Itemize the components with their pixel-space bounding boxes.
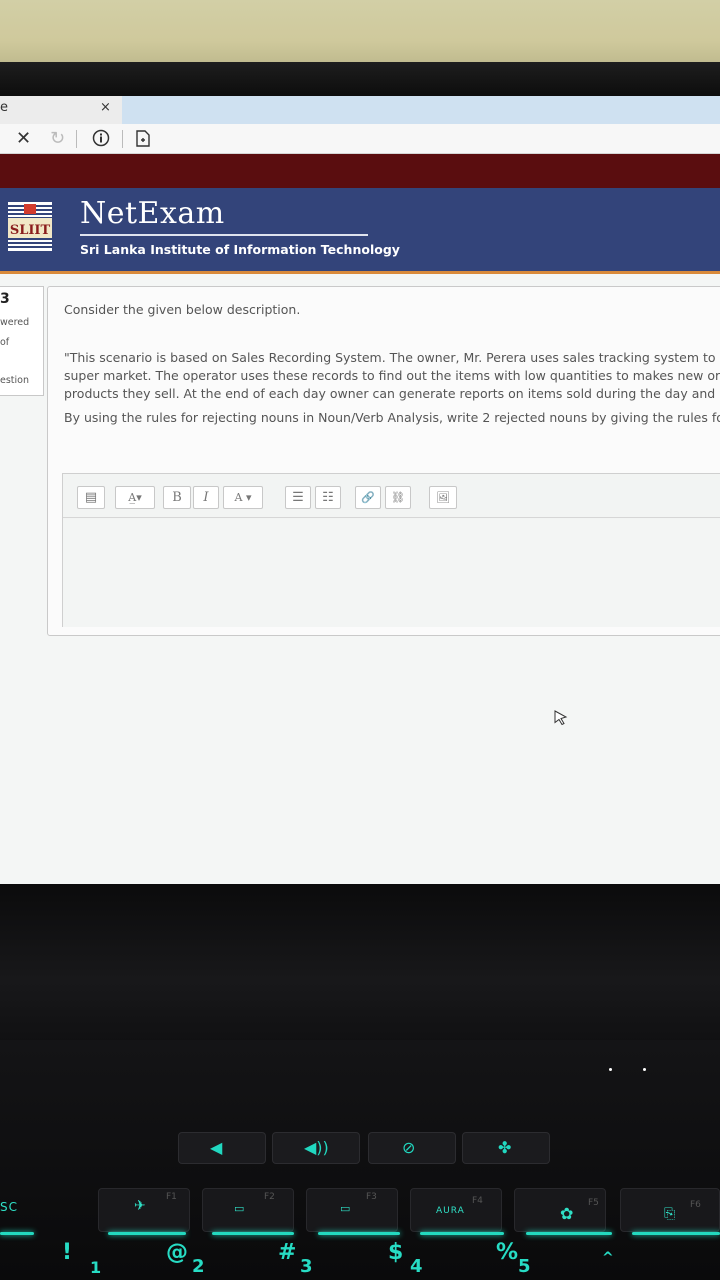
scenario-line: super market. The operator uses these re… <box>64 368 720 383</box>
volume-up-icon: ◀)) <box>304 1138 329 1157</box>
volume-down-icon: ◀ <box>210 1138 223 1157</box>
fan-mode-icon: ✿ <box>560 1204 575 1223</box>
key-caret[interactable]: ^ <box>602 1250 614 1266</box>
sliit-logo-icon: SLIIT <box>6 200 54 254</box>
top-banner <box>0 154 720 188</box>
fan-icon: ✤ <box>498 1138 512 1157</box>
tab-label[interactable]: e <box>0 100 8 115</box>
scenario-line: "This scenario is based on Sales Recordi… <box>64 350 720 365</box>
f6-label: F6 <box>690 1200 701 1210</box>
mic-mute-icon: ⊘ <box>402 1138 416 1157</box>
key-backlight <box>318 1232 400 1235</box>
key-backlight <box>526 1232 612 1235</box>
indicator-light <box>643 1068 646 1071</box>
refresh-icon[interactable]: ↻ <box>50 128 65 149</box>
image-icon[interactable]: 🖼 <box>429 486 457 509</box>
italic-button[interactable]: I <box>193 486 219 509</box>
answer-status: wered <box>0 317 30 328</box>
airplane-icon: ✈ <box>134 1198 147 1214</box>
aura-label: AURA <box>436 1206 465 1216</box>
question-card: Consider the given below description. "T… <box>47 286 720 636</box>
f3-key[interactable] <box>306 1188 398 1232</box>
keyboard-backlight-icon: ▭ <box>234 1202 246 1215</box>
f3-label: F3 <box>366 1192 377 1202</box>
key-1[interactable]: 1 <box>90 1258 101 1277</box>
flag-question-link[interactable]: estion <box>0 375 29 386</box>
font-color-dropdown[interactable]: A ▾ <box>223 486 263 509</box>
question-instruction: By using the rules for rejecting nouns i… <box>64 410 720 425</box>
toolbar-separator <box>122 130 123 148</box>
key-exclamation[interactable]: ! <box>62 1240 72 1265</box>
answer-editor: ▤ A̲▾ B I A ▾ ☰ ☷ 🔗 ⛓ 🖼 <box>62 473 720 627</box>
wall-background <box>0 0 720 68</box>
key-at[interactable]: @ <box>166 1240 188 1265</box>
key-backlight <box>108 1232 186 1235</box>
keyboard <box>0 1040 720 1280</box>
scenario-line: products they sell. At the end of each d… <box>64 386 720 401</box>
esc-key-label[interactable]: SC <box>0 1200 18 1214</box>
key-backlight <box>212 1232 294 1235</box>
question-number: 3 <box>0 291 10 307</box>
f2-key[interactable] <box>202 1188 294 1232</box>
question-intro: Consider the given below description. <box>64 302 301 317</box>
institute-subtitle: Sri Lanka Institute of Information Techn… <box>80 242 400 257</box>
key-5[interactable]: 5 <box>518 1256 531 1277</box>
bullet-list-icon[interactable]: ☰ <box>285 486 311 509</box>
active-tab[interactable] <box>122 96 720 124</box>
font-size-dropdown[interactable]: A̲▾ <box>115 486 155 509</box>
key-percent[interactable]: % <box>496 1240 518 1265</box>
key-3[interactable]: 3 <box>300 1256 313 1277</box>
key-dollar[interactable]: $ <box>388 1240 403 1265</box>
monitor-bezel-top <box>0 62 720 98</box>
f2-label: F2 <box>264 1192 275 1202</box>
answer-textarea[interactable] <box>63 519 720 627</box>
key-hash[interactable]: # <box>278 1240 296 1265</box>
numbered-list-icon[interactable]: ☷ <box>315 486 341 509</box>
paragraph-format-icon[interactable]: ▤ <box>77 486 105 509</box>
toolbar-separator <box>76 130 77 148</box>
site-header: SLIIT NetExam Sri Lanka Institute of Inf… <box>0 188 720 274</box>
stop-icon[interactable]: ✕ <box>16 128 31 149</box>
f1-label: F1 <box>166 1192 177 1202</box>
link-icon[interactable]: 🔗 <box>355 486 381 509</box>
browser-toolbar: ✕ ↻ <box>0 124 720 154</box>
brand-divider <box>80 234 368 236</box>
editor-toolbar: ▤ A̲▾ B I A ▾ ☰ ☷ 🔗 ⛓ 🖼 <box>63 474 720 518</box>
tab-bar: e × <box>0 96 720 124</box>
key-2[interactable]: 2 <box>192 1256 205 1277</box>
tab-close-icon[interactable]: × <box>100 100 111 115</box>
bold-button[interactable]: B <box>163 486 191 509</box>
brand-title: NetExam <box>80 196 225 231</box>
key-4[interactable]: 4 <box>410 1256 423 1277</box>
mouse-cursor-icon <box>554 710 568 726</box>
unlink-icon[interactable]: ⛓ <box>385 486 411 509</box>
screenshot-icon: ⎘ <box>664 1206 677 1222</box>
key-backlight <box>632 1232 720 1235</box>
f5-label: F5 <box>588 1198 599 1208</box>
key-backlight <box>420 1232 504 1235</box>
page-icon[interactable] <box>136 130 150 152</box>
backlight-up-icon: ▭ <box>340 1202 352 1215</box>
question-info-panel: 3 wered of estion <box>0 286 44 396</box>
f4-label: F4 <box>472 1196 483 1206</box>
indicator-light <box>609 1068 612 1071</box>
key-backlight <box>0 1232 34 1235</box>
marks-info: of <box>0 337 10 348</box>
monitor-bezel-bottom <box>0 884 720 1044</box>
screen: e × ✕ ↻ SLIIT NetExam Sri Lanka Institut… <box>0 96 720 886</box>
info-icon[interactable] <box>92 129 110 152</box>
svg-text:SLIIT: SLIIT <box>10 223 51 238</box>
